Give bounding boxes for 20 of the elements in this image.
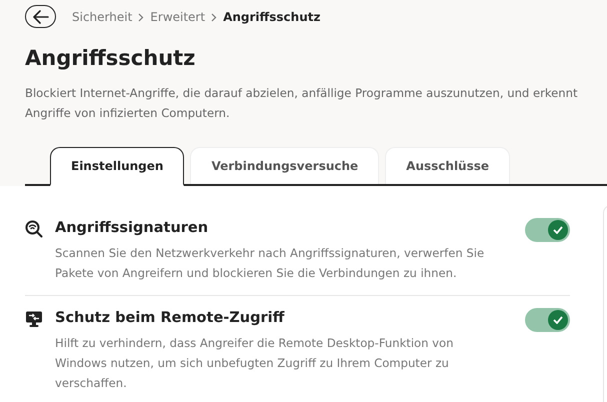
page-description: Blockiert Internet-Angriffe, die darauf abzielen, anfällige Programme auszunutzen, und erkennt Angriffe von infizierten Computern. (25, 85, 579, 122)
tab[interactable]: Verbindungsversuche (190, 147, 380, 184)
setting-title: Angriffssignaturen (55, 219, 210, 238)
setting-title: Schutz beim Remote-Zugriff (55, 308, 286, 328)
check-icon (553, 226, 563, 234)
setting-description: Hilft zu verhindern, dass Angreifer die Remote Desktop-Funktion von Windows nutzen, um sich unbefugten Zugriff zu Ihrem Computer zu verschaffen. (55, 334, 454, 392)
monitor-icon (25, 310, 43, 328)
tab[interactable]: Einstellungen (50, 147, 184, 186)
search-icon (25, 220, 43, 238)
toggle-switch[interactable] (525, 308, 570, 332)
check-icon (553, 316, 563, 324)
setting-description: Scannen Sie den Netzwerkverkehr nach Angriffssignaturen, verwerfen Sie Pakete von Angreifern und blockieren Sie die Verbindungen zu ihnen. (55, 244, 486, 282)
back-arrow-icon (32, 10, 48, 24)
back-button[interactable] (25, 5, 56, 28)
page-title: Angriffsschutz (25, 46, 196, 72)
breadcrumb-link[interactable]: Erweitert (150, 8, 206, 26)
toggle-switch[interactable] (525, 218, 570, 242)
breadcrumb-current: Angriffsschutz (223, 8, 320, 26)
tab[interactable]: Ausschlüsse (385, 147, 510, 184)
breadcrumb-link[interactable]: Sicherheit (72, 8, 132, 26)
